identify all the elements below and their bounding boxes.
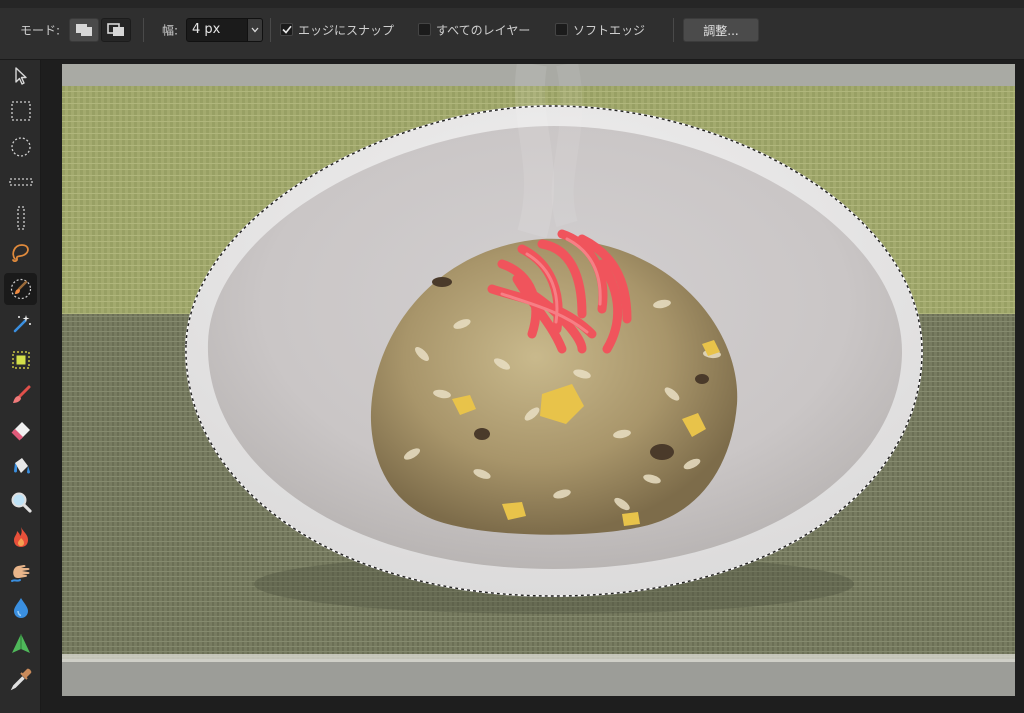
all-layers-checkbox[interactable] [418, 23, 431, 36]
checkmark-icon [281, 25, 292, 34]
zoom-icon [11, 492, 32, 513]
eraser-icon [11, 422, 30, 441]
document-image[interactable] [62, 64, 1015, 696]
tool-color-picker[interactable] [4, 663, 37, 695]
freehand-lasso-icon [11, 244, 29, 262]
rectangular-marquee-icon [10, 101, 31, 121]
width-dropdown-button[interactable] [248, 18, 263, 42]
smudge-icon [10, 565, 30, 582]
mode-add-selection-button[interactable] [101, 18, 131, 42]
flood-select-icon [11, 351, 30, 369]
tool-flood-select[interactable] [4, 344, 37, 376]
color-picker-icon [10, 668, 31, 691]
magic-wand-icon [13, 315, 31, 333]
divider [143, 18, 144, 42]
tool-freehand-lasso[interactable] [4, 237, 37, 269]
tool-selection-brush[interactable] [4, 273, 37, 305]
options-bar: モード: 幅: 4 px エッジにスナップ すべてのレイヤー ソフトエッジ 調整… [0, 0, 1024, 60]
single-row-marquee-icon [8, 178, 33, 186]
tool-move[interactable] [4, 60, 37, 92]
width-input[interactable]: 4 px [186, 18, 248, 42]
tool-blur[interactable] [4, 592, 37, 624]
single-column-marquee-icon [16, 206, 25, 230]
chevron-down-icon [251, 27, 259, 33]
snap-edges-label[interactable]: エッジにスナップ [298, 22, 394, 39]
tool-eraser[interactable] [4, 415, 37, 447]
tools-panel [0, 60, 41, 713]
selection-add-icon [107, 23, 124, 36]
mode-new-selection-button[interactable] [69, 18, 99, 42]
all-layers-label[interactable]: すべてのレイヤー [436, 22, 530, 39]
burn-icon [13, 527, 28, 547]
snap-edges-checkbox[interactable] [280, 23, 293, 36]
mode-label: モード: [20, 23, 61, 38]
selection-new-icon [76, 24, 92, 36]
fried-rice-photo [62, 64, 1015, 696]
tool-zoom[interactable] [4, 486, 37, 518]
tool-sharpen[interactable] [4, 628, 37, 660]
tool-row-marquee[interactable] [4, 166, 37, 198]
width-label: 幅: [162, 23, 179, 38]
adjust-button[interactable]: 調整... [683, 18, 759, 42]
title-strip [0, 0, 1024, 8]
fill-bucket-icon [13, 458, 30, 474]
soft-edge-label[interactable]: ソフトエッジ [573, 22, 645, 39]
tool-elliptical-marquee[interactable] [4, 131, 37, 163]
paint-brush-icon [12, 385, 30, 403]
divider [270, 18, 271, 42]
tool-fill-bucket[interactable] [4, 450, 37, 482]
tool-rectangular-marquee[interactable] [4, 95, 37, 127]
tool-paint-brush[interactable] [4, 379, 37, 411]
canvas-area[interactable] [42, 60, 1024, 713]
selection-brush-icon [10, 278, 31, 300]
move-arrow-icon [14, 67, 27, 85]
tool-smudge[interactable] [4, 557, 37, 589]
elliptical-marquee-icon [10, 137, 31, 157]
tool-magic-wand[interactable] [4, 308, 37, 340]
sharpen-icon [11, 634, 30, 653]
soft-edge-checkbox[interactable] [555, 23, 568, 36]
blur-drop-icon [13, 598, 28, 618]
tool-column-marquee[interactable] [4, 202, 37, 234]
tool-burn[interactable] [4, 521, 37, 553]
divider [673, 18, 674, 42]
